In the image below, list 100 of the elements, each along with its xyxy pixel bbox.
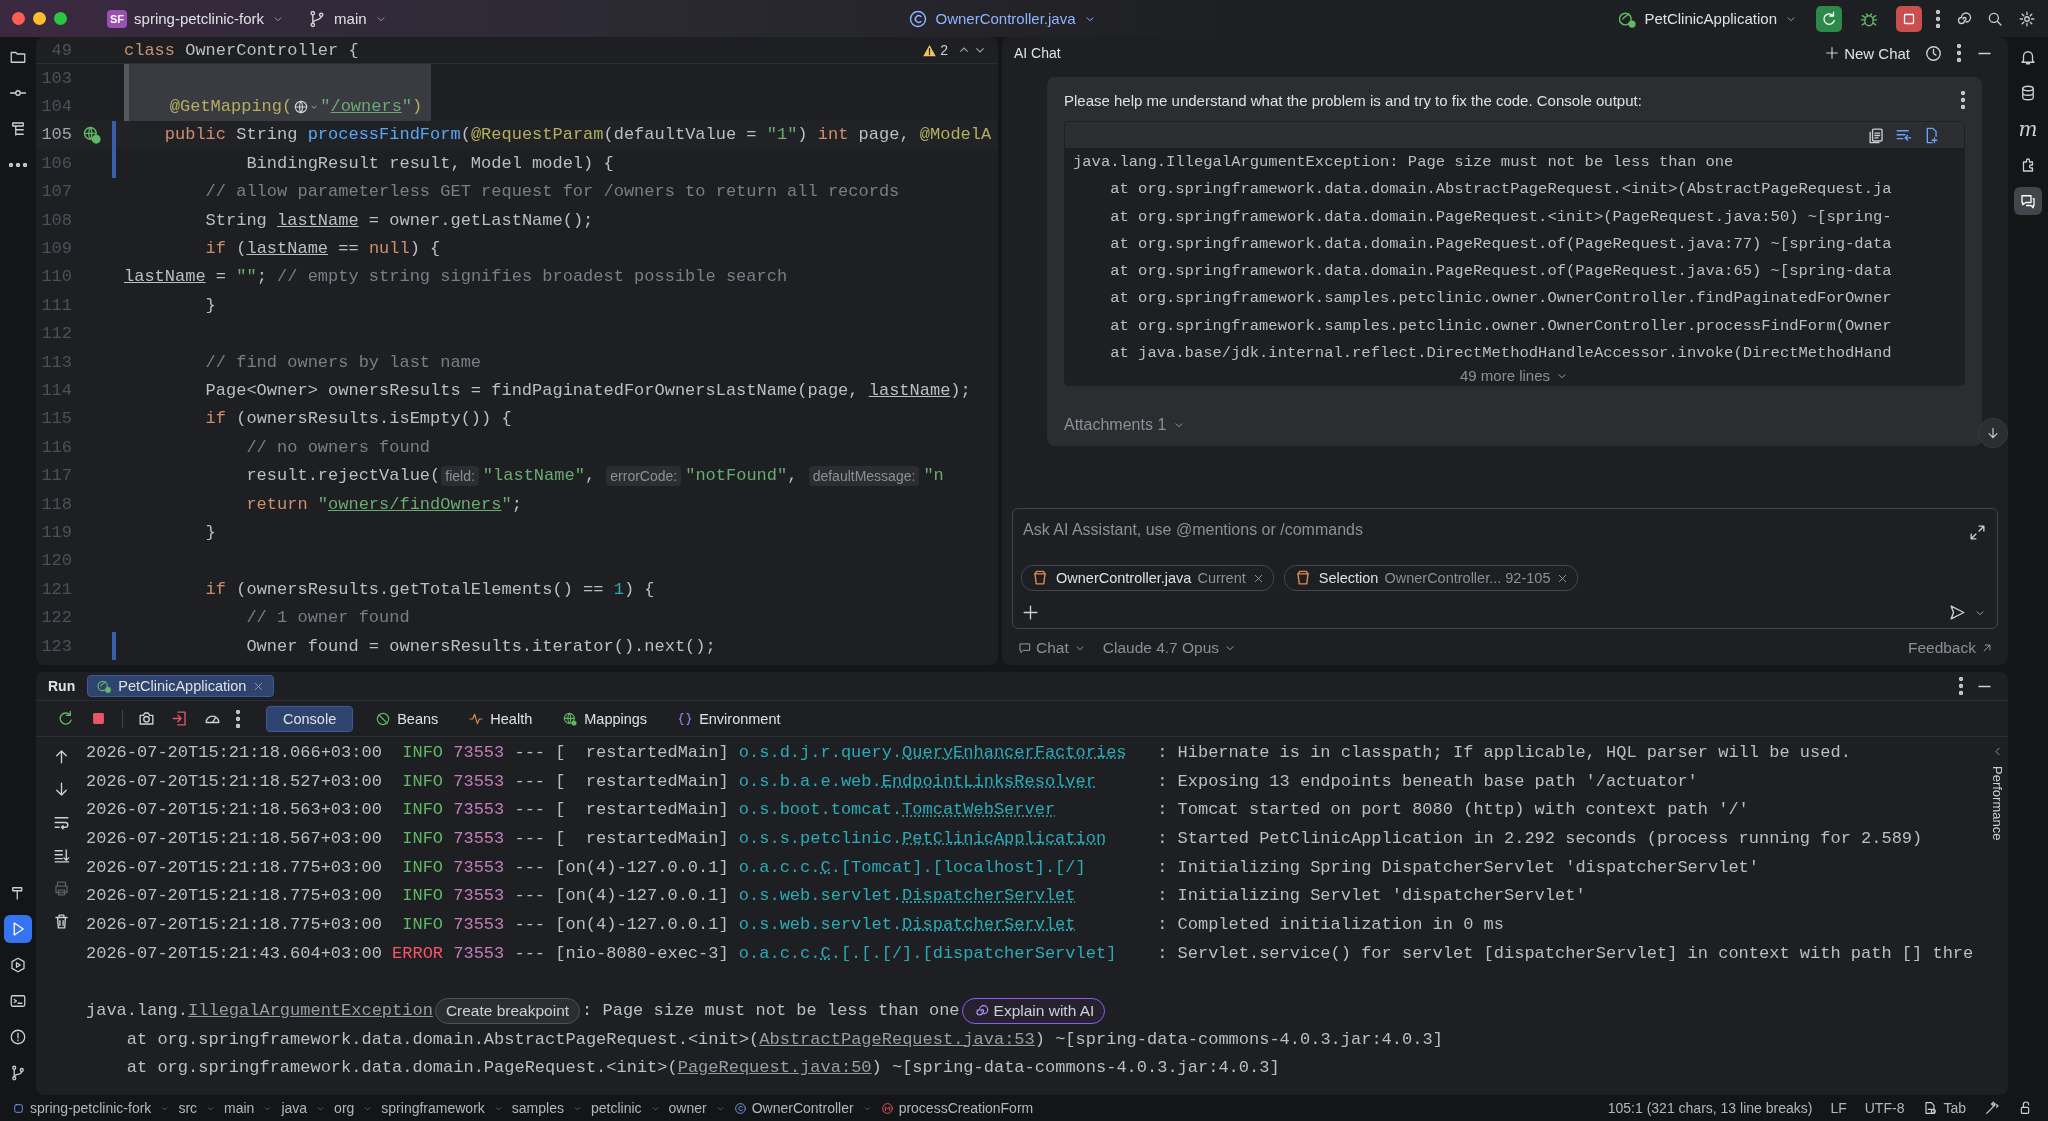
file-switcher[interactable]: OwnerController.java xyxy=(904,5,1101,32)
performance-tab[interactable]: Performance xyxy=(1989,766,2005,841)
context-chip[interactable]: OwnerController.java Current xyxy=(1021,565,1274,591)
settings-icon[interactable] xyxy=(2018,9,2036,28)
stack-frame: at org.springframework.data.domain.AbstractPageRequest.<init>( xyxy=(86,1029,760,1049)
more-icon[interactable] xyxy=(1957,44,1961,62)
change-marker[interactable] xyxy=(112,631,116,661)
view-tab[interactable]: Beans xyxy=(367,706,447,731)
logger-package: o.s.d.j.r.query. xyxy=(738,742,903,762)
thread-name: [on(4)-127.0.0.1] xyxy=(555,886,730,906)
breadcrumb[interactable]: spring-petclinic-fork xyxy=(12,1100,152,1116)
breadcrumb[interactable]: petclinic xyxy=(590,1100,642,1116)
wand-icon[interactable] xyxy=(1984,1100,2000,1116)
zoom-window-button[interactable] xyxy=(54,12,67,25)
breadcrumb[interactable]: src xyxy=(178,1100,198,1116)
minimize-window-button[interactable] xyxy=(33,12,46,25)
create-breakpoint-button[interactable]: Create breakpoint xyxy=(434,997,581,1024)
code-line: } xyxy=(204,522,216,542)
send-icon[interactable] xyxy=(1948,603,1967,622)
history-icon[interactable] xyxy=(1924,43,1943,63)
more-icon[interactable] xyxy=(1936,9,1940,28)
logger-class-link[interactable]: EndpointLinksResolver xyxy=(881,771,1096,791)
cursor-position[interactable]: 105:1 (321 chars, 13 line breaks) xyxy=(1607,1100,1813,1116)
more-icon xyxy=(9,163,27,167)
web-endpoint-button[interactable] xyxy=(293,98,320,115)
new-chat-button[interactable]: New Chat xyxy=(1824,44,1910,62)
project-switcher[interactable]: SF spring-petclinic-fork xyxy=(103,6,290,31)
logger-class-link[interactable]: TomcatWebServer xyxy=(902,800,1056,820)
letter-tool-button[interactable]: m xyxy=(2014,115,2042,143)
log-message: : Exposing 13 endpoints beneath base path '/actuator' xyxy=(1157,771,1698,791)
logger-suffix: .[.[.[/].[dispatcherServlet] xyxy=(830,943,1117,963)
message-text: Please help me understand what the problem is and try to fix the code. Console output: xyxy=(1064,91,1642,109)
logger-class-link[interactable]: DispatcherServlet xyxy=(902,914,1076,934)
close-window-button[interactable] xyxy=(12,12,25,25)
process-id: 73553 xyxy=(453,742,506,762)
rerun-button[interactable] xyxy=(1816,5,1842,32)
breadcrumb[interactable]: samples xyxy=(511,1100,564,1116)
expand-icon[interactable] xyxy=(1968,522,1987,542)
model-dropdown[interactable]: Claude 4.7 Opus xyxy=(1102,639,1238,657)
logger-class-link[interactable]: C xyxy=(820,857,831,877)
view-tab[interactable]: Environment xyxy=(669,706,789,731)
run-configuration[interactable]: PetClinicApplication xyxy=(1613,5,1802,32)
breadcrumb[interactable]: processCreationForm xyxy=(880,1100,1034,1116)
log-level: INFO xyxy=(401,800,444,820)
mode-dropdown[interactable]: Chat xyxy=(1018,639,1087,657)
logger-class-link[interactable]: C xyxy=(820,943,831,963)
scroll-down-button[interactable] xyxy=(1978,418,2008,449)
thread-name: [ restartedMain] xyxy=(555,828,730,848)
terminal-icon xyxy=(9,992,27,1010)
log-level: INFO xyxy=(401,742,444,762)
breadcrumb[interactable]: java xyxy=(281,1100,308,1116)
braces-icon xyxy=(677,710,694,727)
run-tab[interactable]: PetClinicApplication xyxy=(87,675,275,697)
expand-lines-link[interactable]: 49 more lines xyxy=(1459,367,1569,385)
timestamp: 2026-07-20T15:21:18.775+03:00 xyxy=(86,914,383,934)
breadcrumb[interactable]: main xyxy=(224,1100,255,1116)
logger-package: o.s.s.petclinic. xyxy=(738,828,903,848)
feedback-link[interactable]: Feedback xyxy=(1907,639,1994,657)
view-tab[interactable]: Health xyxy=(460,706,541,731)
logger-class-link[interactable]: DispatcherServlet xyxy=(902,886,1076,906)
chat-bubbles-tool-button[interactable] xyxy=(2014,187,2042,215)
source-link[interactable]: PageRequest.java:50 xyxy=(677,1058,872,1078)
plus-icon[interactable] xyxy=(1021,603,1040,622)
process-id: 73553 xyxy=(453,943,506,963)
code-line: lastName = ""; // empty string signifies broadest possible search xyxy=(124,267,788,287)
line-separator[interactable]: LF xyxy=(1830,1100,1847,1116)
camera-icon[interactable] xyxy=(137,709,156,728)
branch-switcher[interactable]: main xyxy=(303,5,392,32)
attachments-toggle[interactable]: Attachments 1 xyxy=(1064,416,1965,435)
source-link[interactable]: AbstractPageRequest.java:53 xyxy=(759,1029,1035,1049)
timestamp: 2026-07-20T15:21:18.066+03:00 xyxy=(86,742,383,762)
breadcrumb[interactable]: owner xyxy=(668,1100,707,1116)
globe-icon[interactable] xyxy=(82,124,102,145)
breadcrumb[interactable]: OwnerController xyxy=(733,1100,854,1116)
view-tab[interactable]: Console xyxy=(266,705,354,732)
view-tab[interactable]: Mappings xyxy=(554,706,656,731)
file-encoding[interactable]: UTF-8 xyxy=(1864,1100,1905,1116)
warning-counter[interactable]: 2 xyxy=(922,42,948,58)
logger-class-link[interactable]: QueryEnhancerFactories xyxy=(902,742,1127,762)
explain-with-ai-button[interactable]: Explain with AI xyxy=(961,997,1106,1024)
code-line: if (ownersResults.isEmpty()) { xyxy=(204,409,512,429)
logger-class-link[interactable]: PetClinicApplication xyxy=(902,828,1107,848)
log-level: INFO xyxy=(401,771,444,791)
exit-icon[interactable] xyxy=(170,709,189,728)
more-icon[interactable] xyxy=(236,709,240,728)
breadcrumb[interactable]: org xyxy=(334,1100,355,1116)
exception-link[interactable]: IllegalArgumentException xyxy=(188,1001,433,1021)
more-icon[interactable] xyxy=(1959,677,1963,695)
message-input[interactable]: Ask AI Assistant, use @mentions or /commands OwnerController.java Current Selection OwnerController... 92-105 xyxy=(1012,508,1998,629)
more-icon[interactable] xyxy=(1961,91,1965,109)
copy-icon[interactable] xyxy=(1867,126,1886,145)
run-tool-button[interactable] xyxy=(4,915,32,943)
thread-name: [ restartedMain] xyxy=(555,800,730,820)
stop-button[interactable] xyxy=(1896,5,1922,32)
change-marker[interactable] xyxy=(112,149,116,178)
indent-setting[interactable]: Tab xyxy=(1922,1100,1966,1116)
context-chip[interactable]: Selection OwnerController... 92-105 xyxy=(1283,565,1579,591)
breadcrumb[interactable]: springframework xyxy=(381,1100,485,1116)
leaf-icon xyxy=(96,678,113,694)
change-marker[interactable] xyxy=(112,120,116,150)
